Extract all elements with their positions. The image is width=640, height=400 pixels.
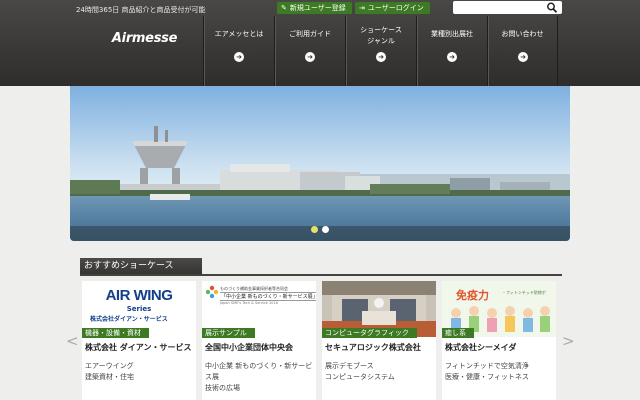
arrow-right-icon: ➜ bbox=[376, 52, 386, 62]
main-nav: エアメッセとは ➜ ご利用ガイド ➜ ショーケース ジャンル ➜ 業種別出展社 … bbox=[203, 16, 558, 86]
login-icon: ⇥ bbox=[359, 4, 365, 12]
thumb-series: Series bbox=[126, 305, 152, 313]
prev-arrow-icon[interactable]: < bbox=[66, 332, 79, 350]
slider-dot-2[interactable] bbox=[322, 226, 329, 233]
thumb-title: AIR WING bbox=[105, 287, 173, 304]
company-name[interactable]: 全国中小企業団体中央会 bbox=[205, 342, 293, 353]
desc-line: コンピュータシステム bbox=[325, 373, 395, 381]
site-logo[interactable]: Airmesse bbox=[86, 16, 203, 86]
company-name[interactable]: 株式会社シーメイダ bbox=[445, 342, 516, 353]
hero-image bbox=[70, 86, 570, 241]
nav-label: エアメッセとは bbox=[214, 30, 264, 38]
thumb-line-2: 「中小企業 新ものづくり・新サービス展」 bbox=[220, 292, 316, 301]
desc-line: 医療・健康・フィットネス bbox=[445, 373, 529, 381]
category-badge: 癒し系 bbox=[442, 328, 474, 338]
desc-line: 展示デモブース bbox=[325, 362, 374, 370]
showcase-card[interactable]: コンピュータグラフィック セキュアロジック株式会社 展示デモブース コンピュータ… bbox=[322, 281, 436, 400]
desc-line: 中小企業 新ものづくり・新サービ bbox=[205, 362, 313, 370]
card-description: エアーウイング 建築資材・住宅 bbox=[85, 361, 195, 383]
card-description: 展示デモブース コンピュータシステム bbox=[325, 361, 435, 383]
category-badge: 機器・設備・資材 bbox=[82, 328, 149, 338]
company-name[interactable]: 株式会社 ダイアン・サービス bbox=[85, 342, 191, 353]
desc-line: 建築資材・住宅 bbox=[85, 373, 134, 381]
tagline: 24時間365日 商品紹介と商品受付が可能 bbox=[76, 6, 206, 14]
register-label: 新規ユーザー登録 bbox=[289, 4, 346, 12]
search-icon[interactable] bbox=[546, 1, 558, 14]
card-description: 中小企業 新ものづくり・新サービ ス展 技術の広場 bbox=[205, 361, 315, 394]
thumb-subtitle: ・フィトンチッド防除ボ bbox=[502, 290, 546, 295]
arrow-right-icon: ➜ bbox=[518, 52, 528, 62]
login-label: ユーザーログイン bbox=[367, 4, 424, 12]
nav-item-guide[interactable]: ご利用ガイド ➜ bbox=[274, 16, 345, 86]
showcase-card[interactable]: AIR WING Series 株式会社ダイアン・サービス 機器・設備・資材 株… bbox=[82, 281, 196, 400]
showcase-card[interactable]: ものづくり補助金事業採択者等合同会 「中小企業 新ものづくり・新サービス展」 J… bbox=[202, 281, 316, 400]
desc-line: ス展 bbox=[205, 373, 219, 381]
section-divider bbox=[80, 274, 562, 276]
desc-line: フィトンチッドで空気清浄 bbox=[445, 362, 529, 370]
logo-text: Airmesse bbox=[111, 30, 178, 46]
pencil-icon: ✎ bbox=[281, 4, 287, 12]
category-badge: コンピュータグラフィック bbox=[322, 328, 417, 338]
nav-item-showcase-genre[interactable]: ショーケース ジャンル ➜ bbox=[345, 16, 416, 86]
nav-item-about[interactable]: エアメッセとは ➜ bbox=[203, 16, 274, 86]
next-arrow-icon[interactable]: > bbox=[562, 332, 575, 350]
login-button[interactable]: ⇥ ユーザーログイン bbox=[355, 2, 430, 14]
nav-item-contact[interactable]: お問い合わせ ➜ bbox=[487, 16, 558, 86]
arrow-right-icon: ➜ bbox=[234, 52, 244, 62]
hero-slider[interactable] bbox=[70, 86, 570, 241]
site-header: 24時間365日 商品紹介と商品受付が可能 ✎ 新規ユーザー登録 ⇥ ユーザーログイ… bbox=[0, 0, 640, 86]
nav-item-exhibitors[interactable]: 業種別出展社 ➜ bbox=[416, 16, 487, 86]
nav-label: 業種別出展社 bbox=[431, 30, 473, 38]
thumb-line-3: Japan SME's Tech & Service 2016 bbox=[220, 301, 278, 305]
category-badge: 展示サンプル bbox=[202, 328, 255, 338]
showcase-card[interactable]: 免疫力 ・フィトンチッド防除ボ 癒し系 株式会社シーメイダ フィトンチッドで空気… bbox=[442, 281, 556, 400]
logo-icon bbox=[205, 285, 219, 299]
nav-label: お問い合わせ bbox=[501, 30, 544, 38]
register-button[interactable]: ✎ 新規ユーザー登録 bbox=[277, 2, 352, 14]
thumb-company: 株式会社ダイアン・サービス bbox=[90, 316, 168, 323]
top-bar: 24時間365日 商品紹介と商品受付が可能 ✎ 新規ユーザー登録 ⇥ ユーザーログイ… bbox=[0, 0, 640, 21]
desc-line: エアーウイング bbox=[85, 362, 134, 370]
arrow-right-icon: ➜ bbox=[447, 52, 457, 62]
card-description: フィトンチッドで空気清浄 医療・健康・フィットネス bbox=[445, 361, 555, 383]
search-box bbox=[453, 1, 562, 21]
nav-label: ご利用ガイド bbox=[289, 30, 331, 38]
nav-label: ショーケース ジャンル bbox=[360, 26, 402, 45]
desc-line: 技術の広場 bbox=[205, 384, 240, 392]
arrow-right-icon: ➜ bbox=[305, 52, 315, 62]
company-name[interactable]: セキュアロジック株式会社 bbox=[325, 342, 421, 353]
slider-dot-1[interactable] bbox=[311, 226, 318, 233]
section-title: おすすめショーケース bbox=[80, 258, 202, 275]
